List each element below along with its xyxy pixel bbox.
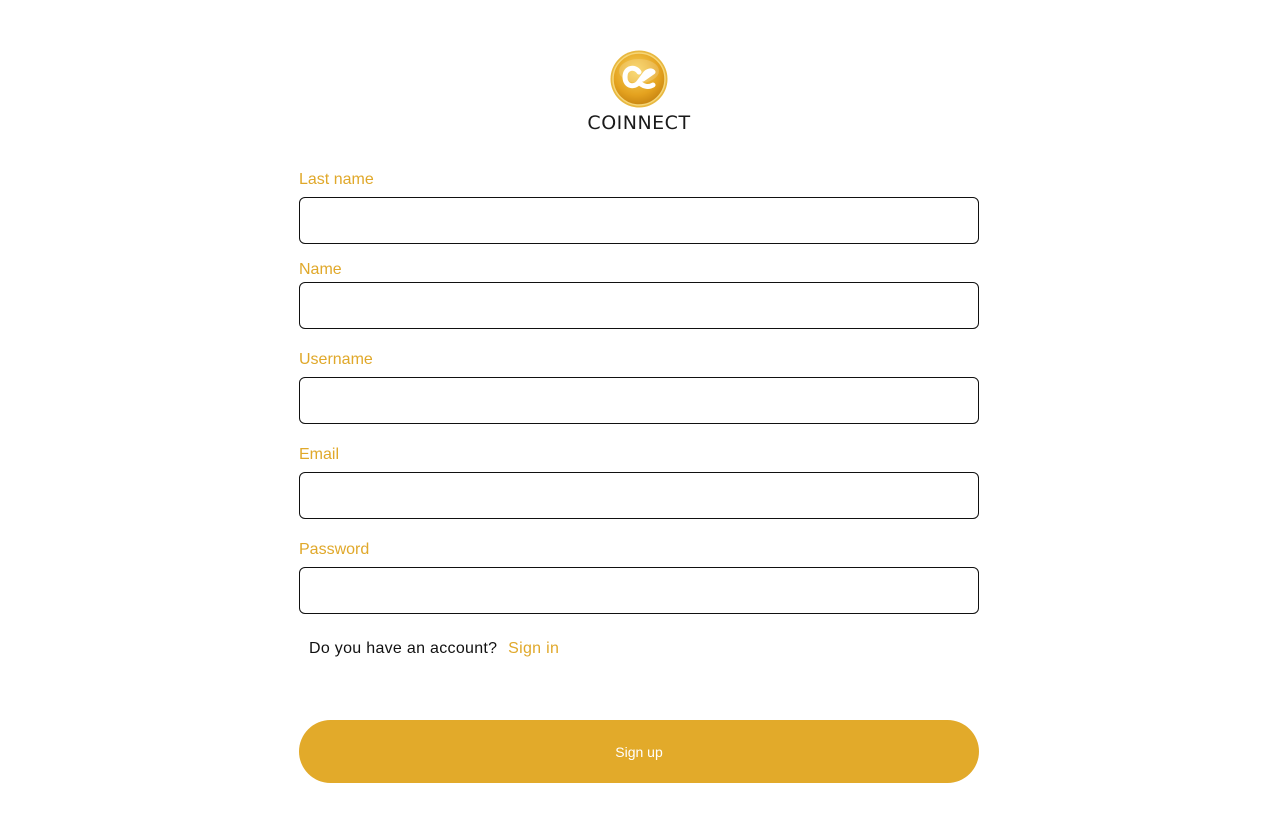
- password-field[interactable]: [299, 567, 979, 614]
- last-name-label: Last name: [299, 171, 374, 188]
- name-field[interactable]: [299, 282, 979, 329]
- brand-name: COINNECT: [587, 112, 691, 134]
- account-prompt: Do you have an account? Sign in: [309, 640, 559, 658]
- signup-page: COINNECT Last name Name Username Email P…: [0, 0, 1278, 826]
- email-field[interactable]: [299, 472, 979, 519]
- brand-logo: COINNECT: [0, 50, 1278, 134]
- username-field[interactable]: [299, 377, 979, 424]
- sign-in-link[interactable]: Sign in: [508, 640, 559, 657]
- coinnect-coin-logo-icon: [610, 50, 668, 108]
- password-label: Password: [299, 541, 370, 558]
- sign-up-button[interactable]: Sign up: [299, 720, 979, 783]
- username-label: Username: [299, 351, 373, 368]
- account-prompt-text: Do you have an account?: [309, 640, 498, 657]
- last-name-field[interactable]: [299, 197, 979, 244]
- email-label: Email: [299, 446, 340, 463]
- name-label: Name: [299, 261, 342, 278]
